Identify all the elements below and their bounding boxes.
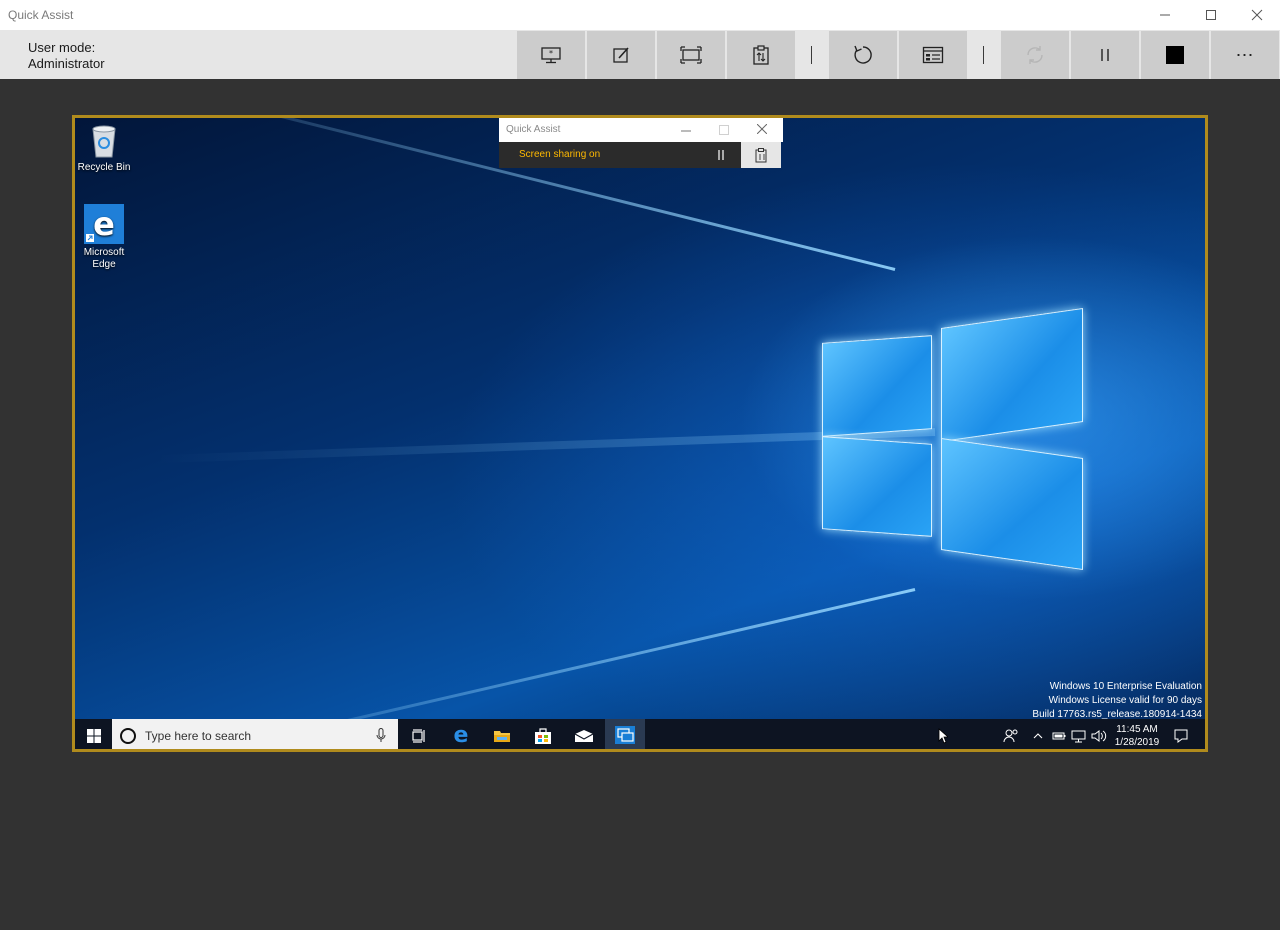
maximize-button[interactable] [1188, 0, 1234, 30]
wallpaper-beam [155, 428, 936, 464]
window-title: Quick Assist [8, 8, 74, 22]
clock-date: 1/28/2019 [1114, 736, 1160, 748]
taskbar-file-explorer[interactable] [482, 719, 522, 749]
remote-quick-assist-window: Quick Assist Screen sharing on [499, 118, 783, 168]
title-bar: Quick Assist [0, 0, 1280, 31]
watermark-line: Windows 10 Enterprise Evaluation [1049, 681, 1202, 692]
people-icon [1003, 729, 1018, 742]
battery-button[interactable] [1050, 719, 1068, 749]
recycle-bin-icon [92, 125, 116, 158]
mail-icon [574, 729, 594, 742]
clock-time: 11:45 AM [1116, 723, 1158, 735]
microphone-icon[interactable] [376, 728, 386, 743]
toolbar: User mode: Administrator * ⋯ [0, 31, 1280, 79]
close-icon[interactable] [757, 124, 767, 134]
task-view-button[interactable] [400, 719, 440, 749]
screen-sharing-status: Screen sharing on [519, 149, 601, 160]
task-manager-icon [922, 46, 944, 64]
remote-qa-status-bar: Screen sharing on [499, 142, 741, 168]
desktop-icon-edge[interactable]: e Microsoft Edge [75, 204, 134, 271]
windows-logo-pane [822, 436, 932, 537]
user-mode-value: Administrator [28, 56, 105, 71]
end-button[interactable] [1141, 31, 1209, 79]
network-icon [1071, 730, 1086, 742]
notification-icon [1174, 729, 1188, 743]
mouse-cursor-icon [938, 728, 948, 744]
reconnect-icon [1027, 46, 1043, 64]
maximize-icon [1206, 10, 1216, 20]
volume-button[interactable] [1090, 719, 1108, 749]
maximize-icon[interactable] [719, 125, 729, 135]
monitor-icon: * [541, 47, 561, 64]
pause-icon[interactable] [717, 150, 725, 160]
battery-icon [1052, 732, 1066, 739]
annotate-button[interactable] [587, 31, 655, 79]
windows-logo-pane [822, 335, 932, 437]
actual-size-button[interactable] [657, 31, 725, 79]
clipboard-icon [755, 148, 767, 163]
desktop-icon-recycle-bin[interactable]: Recycle Bin [75, 123, 134, 173]
taskbar-quick-assist[interactable] [605, 719, 645, 749]
taskbar-search-box[interactable]: Type here to search [112, 719, 398, 749]
minimize-button[interactable] [1142, 0, 1188, 30]
remote-qa-title: Quick Assist [506, 124, 561, 135]
taskbar-edge[interactable]: e [441, 719, 481, 749]
more-button[interactable]: ⋯ [1211, 31, 1279, 79]
restart-button[interactable] [829, 31, 897, 79]
taskbar-clock[interactable]: 11:45 AM 1/28/2019 [1112, 719, 1162, 749]
user-mode: User mode: Administrator [28, 40, 105, 72]
taskbar-mail[interactable] [564, 719, 604, 749]
pause-button[interactable] [1071, 31, 1139, 79]
reconnect-button[interactable] [1001, 31, 1069, 79]
pen-icon [613, 47, 629, 63]
toolbar-separator [811, 46, 812, 64]
user-mode-label: User mode: [28, 40, 96, 55]
pause-icon [1101, 49, 1109, 61]
chevron-up-icon [1033, 732, 1043, 738]
minimize-icon[interactable] [681, 126, 691, 136]
toggle-instruction-channel-button[interactable] [727, 31, 795, 79]
task-manager-button[interactable] [899, 31, 967, 79]
speaker-icon [1091, 729, 1107, 742]
select-monitor-button[interactable]: * [517, 31, 585, 79]
stop-icon [1166, 46, 1184, 64]
remote-screen[interactable]: Recycle Bin e Microsoft Edge Quick Assis… [72, 115, 1208, 752]
svg-text:e: e [93, 205, 115, 243]
close-icon [1251, 9, 1263, 21]
edge-icon: e [84, 204, 124, 244]
windows-logo-pane [941, 308, 1083, 442]
show-hidden-icons-button[interactable] [1031, 719, 1045, 749]
windows-logo-pane [941, 438, 1083, 570]
remote-qa-titlebar: Quick Assist [499, 118, 783, 142]
people-button[interactable] [999, 719, 1023, 749]
more-icon: ⋯ [1235, 44, 1255, 65]
file-explorer-icon [494, 731, 510, 742]
store-icon [535, 727, 551, 744]
minimize-icon [1160, 14, 1170, 16]
windows-start-icon [86, 728, 101, 743]
clipboard-icon [753, 45, 769, 65]
remote-taskbar: Type here to search e 11:45 AM 1/28/2019 [75, 719, 1205, 749]
close-button[interactable] [1234, 0, 1280, 30]
remote-qa-clipboard-button[interactable] [741, 142, 781, 168]
action-center-button[interactable] [1168, 719, 1194, 749]
taskbar-store[interactable] [523, 719, 563, 749]
desktop-icon-label: Microsoft Edge [83, 247, 125, 270]
restart-icon [854, 45, 872, 64]
fit-screen-icon [680, 46, 702, 64]
toolbar-separator [983, 46, 984, 64]
watermark-line: Windows License valid for 90 days [1048, 695, 1202, 706]
task-view-icon [412, 728, 425, 743]
quick-assist-icon [615, 725, 635, 744]
edge-icon: e [453, 723, 469, 748]
cortana-icon [120, 728, 136, 744]
search-placeholder: Type here to search [145, 729, 252, 743]
windows-watermark: Windows 10 Enterprise Evaluation Windows… [1032, 680, 1202, 722]
svg-text:*: * [549, 49, 553, 58]
start-button[interactable] [75, 719, 112, 749]
desktop-icon-label: Recycle Bin [77, 162, 131, 173]
network-button[interactable] [1070, 719, 1088, 749]
